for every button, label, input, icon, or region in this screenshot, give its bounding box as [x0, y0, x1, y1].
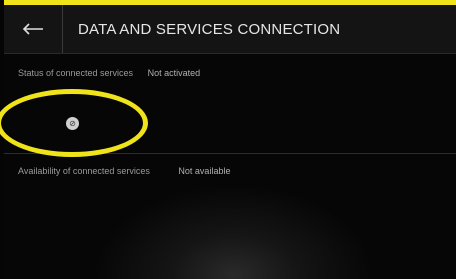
status-label: Status of connected services — [18, 68, 134, 78]
availability-label: Availability of connected services — [18, 166, 150, 176]
availability-row: Availability of connected services Not a… — [18, 166, 230, 176]
connected-services-toggle-area: ⊘ — [0, 89, 456, 157]
page: DATA AND SERVICES CONNECTION Status of c… — [0, 0, 456, 279]
status-row: Status of connected services Not activat… — [18, 68, 200, 78]
toggle-glyph: ⊘ — [69, 119, 76, 128]
availability-value: Not available — [178, 166, 231, 176]
status-value: Not activated — [147, 68, 201, 78]
page-title: DATA AND SERVICES CONNECTION — [78, 21, 341, 38]
header-bar: DATA AND SERVICES CONNECTION — [4, 5, 456, 54]
back-arrow-icon — [22, 23, 44, 35]
back-button[interactable] — [4, 5, 63, 53]
infotainment-screen: DATA AND SERVICES CONNECTION Status of c… — [0, 5, 456, 279]
toggle-icon[interactable]: ⊘ — [66, 117, 79, 130]
